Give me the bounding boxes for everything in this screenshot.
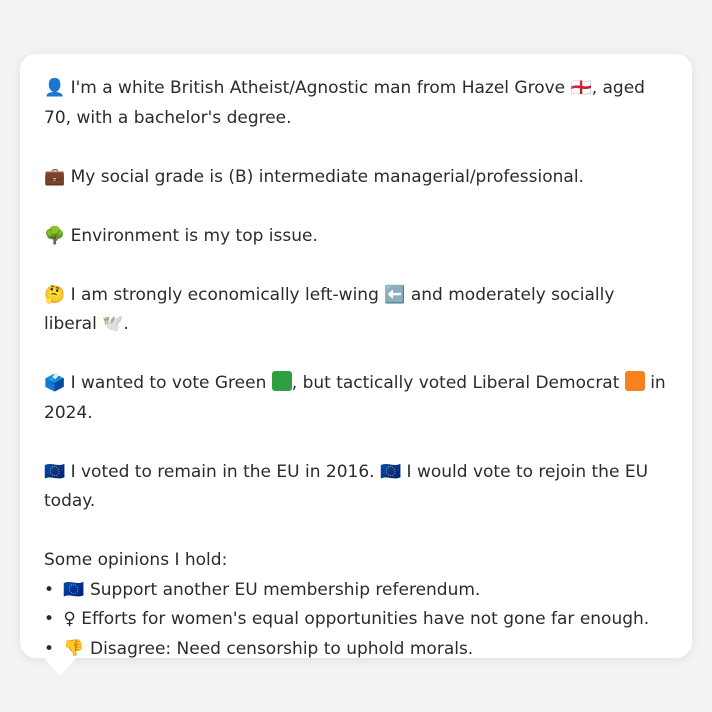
opinion-text: Support another EU membership referendum…	[89, 579, 481, 600]
female-sign-icon: ♀	[63, 609, 76, 629]
green-square-icon	[271, 371, 292, 391]
tree-icon: 🌳	[44, 225, 66, 246]
speech-bubble-tail	[42, 656, 78, 676]
england-flag-icon: 🏴󠁧󠁢󠁥󠁮󠁧󠁿	[570, 78, 592, 98]
identity-text-a: I'm a white British Atheist/Agnostic man…	[70, 78, 566, 98]
bullet: •	[44, 609, 55, 629]
orange-square-icon	[624, 371, 645, 391]
vote-text-a: I wanted to vote Green	[70, 373, 267, 393]
list-item: • 🇪🇺 Support another EU membership refer…	[44, 576, 668, 606]
eu-text-a: I voted to remain in the EU in 2016.	[70, 461, 375, 482]
bullet: •	[44, 579, 55, 600]
eu-line: 🇪🇺 I voted to remain in the EU in 2016. …	[44, 458, 668, 517]
list-item: • ♀ Efforts for women's equal opportunit…	[44, 605, 668, 635]
ideology-text-a: I am strongly economically left-wing	[70, 284, 379, 305]
opinions-heading: Some opinions I hold:	[44, 550, 228, 570]
profile-card: 👤 I'm a white British Atheist/Agnostic m…	[20, 54, 692, 659]
vote-line: 🗳️ I wanted to vote Green , but tactical…	[44, 369, 668, 428]
ideology-text-c: .	[123, 314, 129, 334]
vote-text-b: , but tactically voted Liberal Democrat	[291, 373, 620, 393]
top-issue-text: Environment is my top issue.	[70, 225, 318, 246]
opinions-list: • 🇪🇺 Support another EU membership refer…	[44, 576, 668, 665]
thinking-face-icon: 🤔	[44, 284, 66, 305]
briefcase-icon: 💼	[44, 166, 66, 187]
eu-flag-icon: 🇪🇺	[379, 461, 402, 482]
opinion-text: Disagree: Need censorship to uphold mora…	[89, 638, 474, 659]
social-grade-text: My social grade is (B) intermediate mana…	[70, 166, 584, 187]
opinion-text: Efforts for women's equal opportunities …	[81, 609, 650, 629]
top-issue-line: 🌳 Environment is my top issue.	[44, 222, 668, 252]
ballot-box-icon: 🗳️	[44, 373, 66, 393]
list-item: • 👎 Disagree: Need censorship to uphold …	[44, 635, 668, 665]
ideology-line: 🤔 I am strongly economically left-wing ⬅…	[44, 281, 668, 340]
identity-line: 👤 I'm a white British Atheist/Agnostic m…	[44, 74, 668, 133]
eu-flag-icon: 🇪🇺	[63, 579, 85, 600]
dove-icon: 🕊️	[102, 314, 124, 334]
person-icon: 👤	[44, 78, 66, 98]
eu-flag-icon: 🇪🇺	[44, 461, 66, 482]
left-arrow-icon: ⬅️	[384, 284, 406, 305]
social-grade-line: 💼 My social grade is (B) intermediate ma…	[44, 163, 668, 193]
